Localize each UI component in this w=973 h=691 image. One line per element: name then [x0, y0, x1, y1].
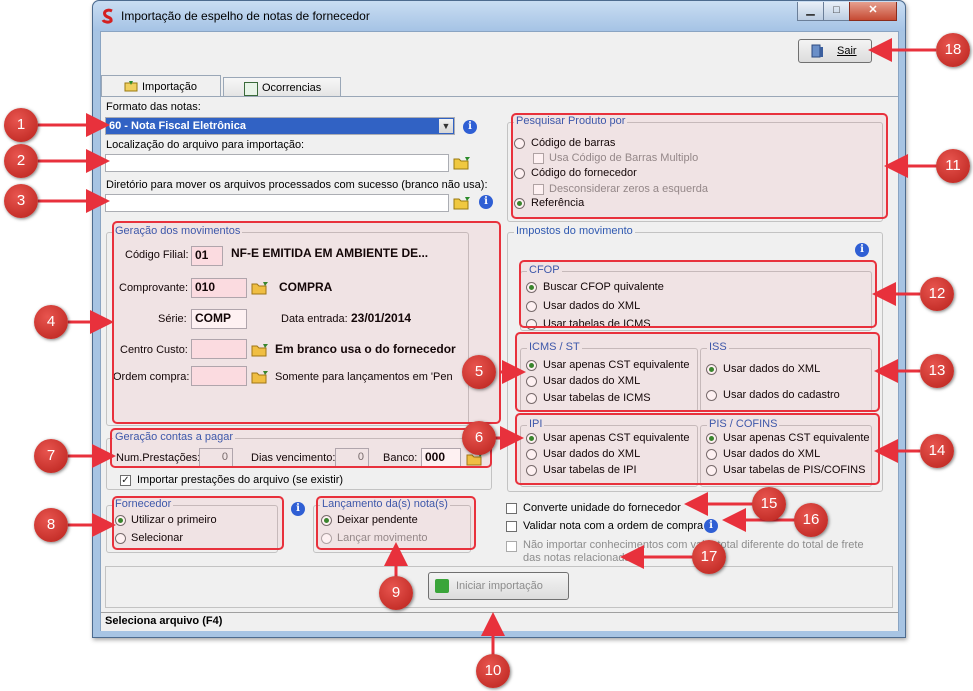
callout-badge-3: 3: [4, 184, 38, 218]
callout-badge-9: 9: [379, 576, 413, 610]
callout-badge-1: 1: [4, 108, 38, 142]
callout-badge-6: 6: [462, 421, 496, 455]
callout-badge-7: 7: [34, 439, 68, 473]
callout-badge-15: 15: [752, 487, 786, 521]
callout-badge-4: 4: [34, 305, 68, 339]
callout-badge-2: 2: [4, 144, 38, 178]
callout-badge-13: 13: [920, 354, 954, 388]
callout-badge-17: 17: [692, 540, 726, 574]
callout-badge-8: 8: [34, 508, 68, 542]
callout-badge-16: 16: [794, 503, 828, 537]
callout-badge-12: 12: [920, 277, 954, 311]
callout-badge-18: 18: [936, 33, 970, 67]
callout-badge-11: 11: [936, 149, 970, 183]
callout-badge-14: 14: [920, 434, 954, 468]
callout-arrows: [38, 38, 940, 656]
callout-badge-5: 5: [462, 355, 496, 389]
callout-badge-10: 10: [476, 654, 510, 688]
